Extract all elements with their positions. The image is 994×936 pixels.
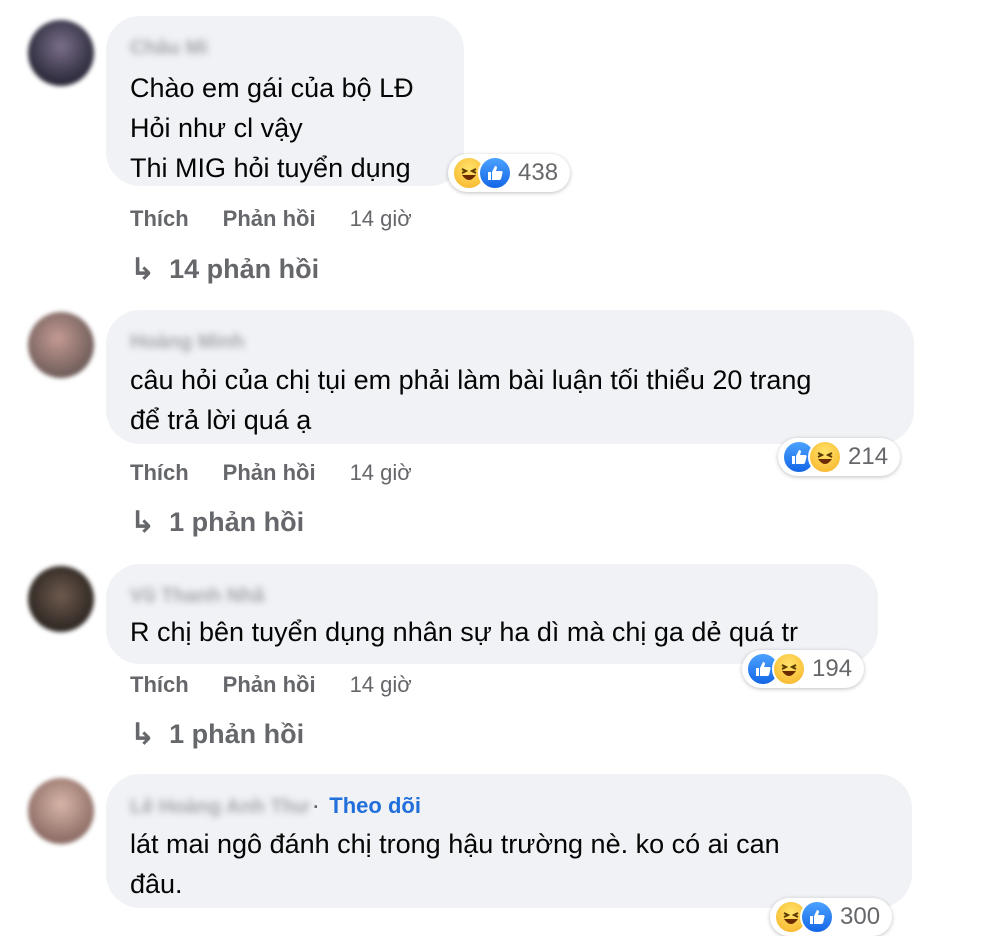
- avatar[interactable]: [28, 778, 94, 844]
- avatar[interactable]: [28, 566, 94, 632]
- comment-actions: Thích Phản hồi 14 giờ: [130, 670, 412, 700]
- comment-actions: Thích Phản hồi 14 giờ: [130, 458, 412, 488]
- reaction-count: 194: [812, 655, 853, 682]
- reaction-count: 438: [518, 159, 559, 186]
- comment-author: Lê Hoàng Anh Thư · Theo dõi: [130, 793, 888, 819]
- haha-icon: [808, 440, 842, 474]
- replies-count-label: 1 phản hồi: [169, 719, 305, 749]
- reply-button[interactable]: Phản hồi: [223, 206, 316, 232]
- like-button[interactable]: Thích: [130, 206, 189, 232]
- comment-timestamp[interactable]: 14 giờ: [350, 672, 412, 698]
- comment-author[interactable]: Hoàng Minh: [130, 330, 890, 354]
- follow-link[interactable]: Theo dõi: [329, 793, 421, 818]
- reaction-summary[interactable]: 300: [770, 898, 893, 936]
- view-replies-link[interactable]: ↳ 14 phản hồi: [130, 252, 319, 287]
- comment-bubble: Hoàng Minh câu hỏi của chị tụi em phải l…: [106, 310, 914, 444]
- reply-arrow-icon: ↳: [130, 253, 156, 286]
- comment-timestamp[interactable]: 14 giờ: [350, 460, 412, 486]
- like-button[interactable]: Thích: [130, 672, 189, 698]
- reaction-count: 300: [840, 903, 881, 930]
- author-name[interactable]: Lê Hoàng Anh Thư: [130, 796, 309, 818]
- replies-count-label: 14 phản hồi: [169, 254, 320, 284]
- reply-arrow-icon: ↳: [130, 718, 156, 751]
- comment-actions: Thích Phản hồi 14 giờ: [130, 204, 412, 234]
- comment-text: Chào em gái của bộ LĐ Hỏi như cl vậy Thi…: [130, 73, 414, 183]
- comment-bubble: Châu Mi Chào em gái của bộ LĐ Hỏi như cl…: [106, 16, 464, 186]
- reaction-summary[interactable]: 214: [778, 438, 901, 476]
- comment-text: R chị bên tuyển dụng nhân sự ha dì mà ch…: [130, 617, 799, 647]
- avatar[interactable]: [28, 20, 94, 86]
- comment-text: lát mai ngô đánh chị trong hậu trường nè…: [130, 829, 780, 899]
- view-replies-link[interactable]: ↳ 1 phản hồi: [130, 717, 304, 752]
- like-icon: [478, 156, 512, 190]
- reply-button[interactable]: Phản hồi: [223, 672, 316, 698]
- like-button[interactable]: Thích: [130, 460, 189, 486]
- like-icon: [800, 900, 834, 934]
- reaction-summary[interactable]: 438: [448, 154, 571, 192]
- reply-button[interactable]: Phản hồi: [223, 460, 316, 486]
- comment-author[interactable]: Châu Mi: [130, 36, 440, 60]
- comment-author[interactable]: Vũ Thanh Nhã: [130, 584, 854, 608]
- replies-count-label: 1 phản hồi: [169, 507, 305, 537]
- separator-dot: ·: [313, 797, 320, 817]
- view-replies-link[interactable]: ↳ 1 phản hồi: [130, 505, 304, 540]
- reaction-summary[interactable]: 194: [742, 650, 865, 688]
- comment-timestamp[interactable]: 14 giờ: [350, 206, 412, 232]
- comment-bubble: Lê Hoàng Anh Thư · Theo dõi lát mai ngô đá…: [106, 774, 912, 908]
- avatar[interactable]: [28, 312, 94, 378]
- reply-arrow-icon: ↳: [130, 506, 156, 539]
- comment-text: câu hỏi của chị tụi em phải làm bài luận…: [130, 365, 812, 435]
- reaction-count: 214: [848, 443, 889, 470]
- comment-bubble: Vũ Thanh Nhã R chị bên tuyển dụng nhân s…: [106, 564, 878, 664]
- haha-icon: [772, 652, 806, 686]
